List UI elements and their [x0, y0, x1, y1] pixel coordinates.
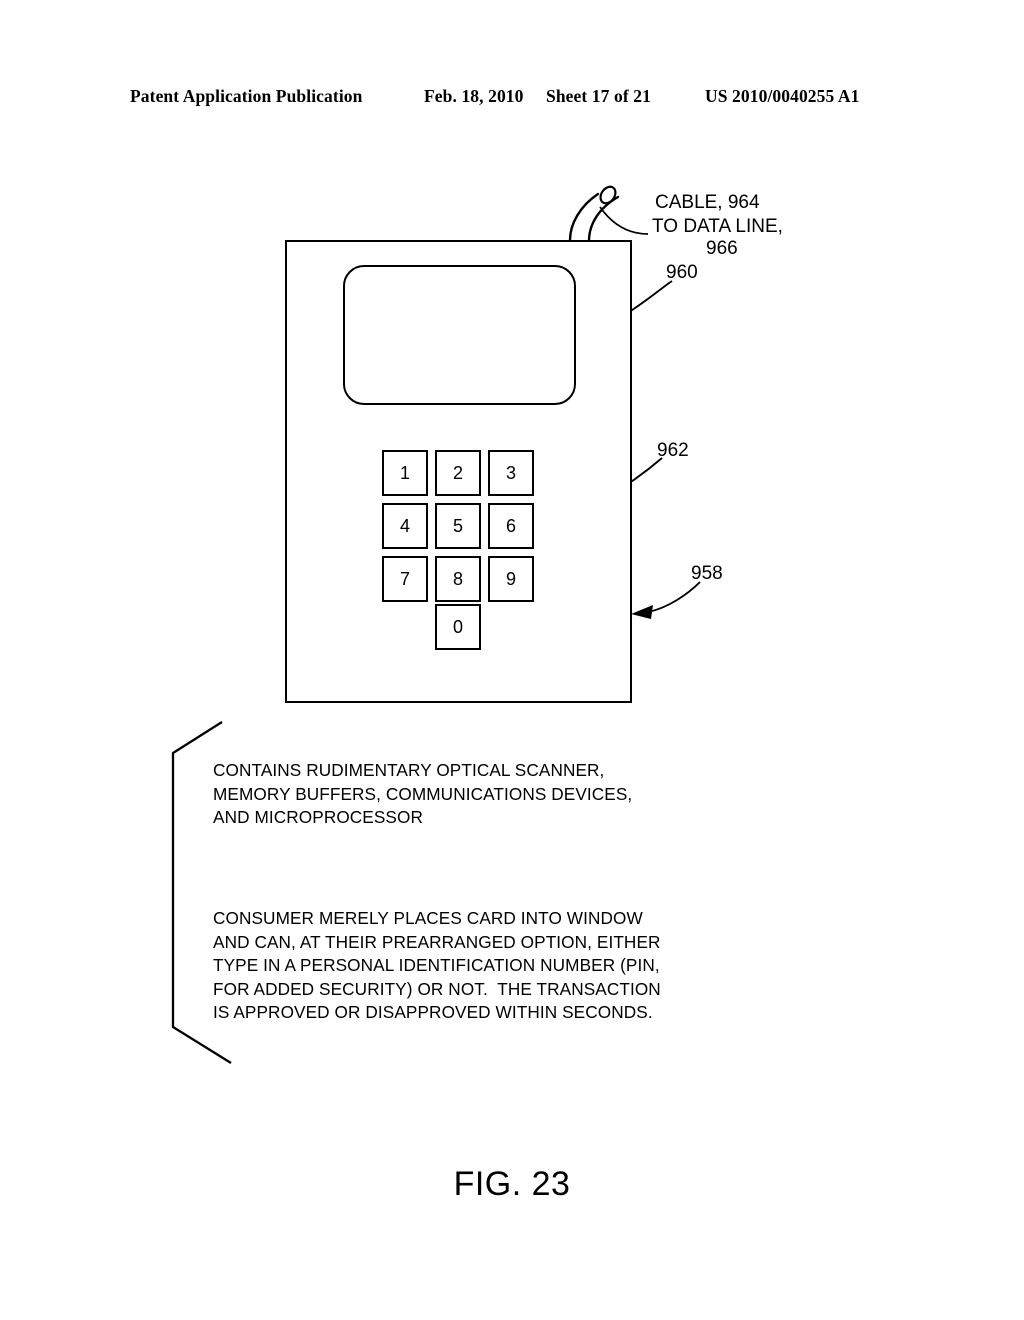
keypad-key-6[interactable]: 6 [488, 503, 534, 549]
leader-958 [631, 581, 701, 619]
cable-leader-line [599, 206, 649, 235]
keypad: 1 2 3 4 5 6 7 8 9 [382, 450, 534, 602]
keypad-key-1[interactable]: 1 [382, 450, 428, 496]
label-962: 962 [657, 440, 689, 461]
annotation-components: CONTAINS RUDIMENTARY OPTICAL SCANNER, ME… [213, 760, 633, 827]
keypad-key-0[interactable]: 0 [435, 604, 481, 650]
label-to-data-line: TO DATA LINE, [652, 216, 783, 237]
figure-caption: FIG. 23 [453, 1165, 571, 1203]
keypad-key-7[interactable]: 7 [382, 556, 428, 602]
annotation-operation: CONSUMER MERELY PLACES CARD INTO WINDOW … [213, 908, 661, 1022]
keypad-key-4[interactable]: 4 [382, 503, 428, 549]
keypad-key-9[interactable]: 9 [488, 556, 534, 602]
label-cable-964: CABLE, 964 [655, 192, 760, 213]
card-window [343, 265, 576, 405]
label-958: 958 [691, 563, 723, 584]
label-960: 960 [666, 262, 698, 283]
keypad-key-8[interactable]: 8 [435, 556, 481, 602]
label-966: 966 [706, 238, 738, 259]
keypad-key-5[interactable]: 5 [435, 503, 481, 549]
keypad-key-3[interactable]: 3 [488, 450, 534, 496]
cable-graphic [568, 185, 620, 243]
keypad-zero-row: 0 [382, 604, 534, 652]
keypad-key-2[interactable]: 2 [435, 450, 481, 496]
